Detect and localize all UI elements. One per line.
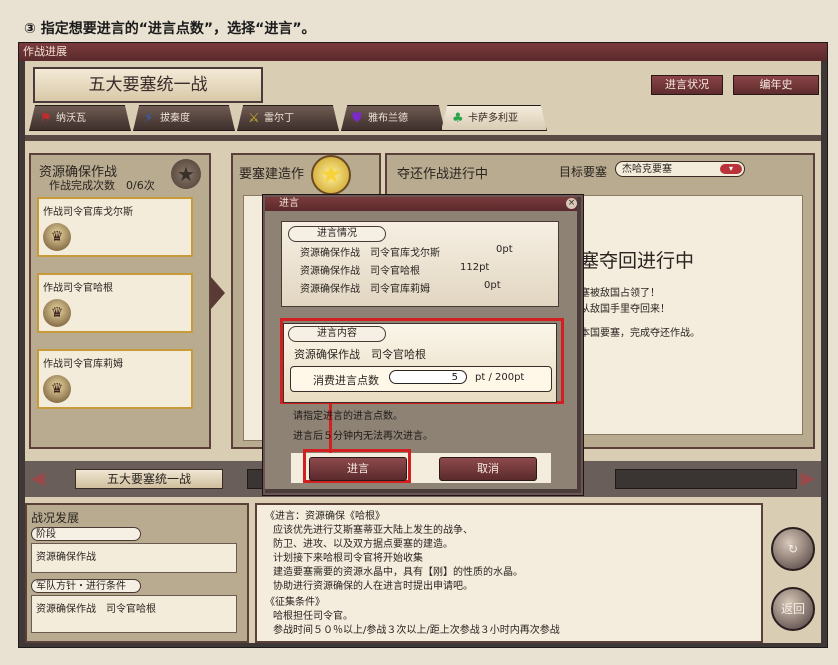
progress-title: 战况发展 [31,511,80,525]
situation-row-points: 112pt [460,262,490,273]
points-unit: pt / 200pt [475,372,525,383]
detail-line: 哈根担任司令官。 [273,611,353,622]
banner-icon: ⚑ [40,111,52,126]
situation-row-name: 资源确保作战 司令官哈根 [300,266,420,277]
detail-line: 计划接下来哈根司令官将开始收集 [273,553,423,564]
detail-line: 《进言：资源确保《哈根》 [265,511,385,522]
tab-label: 雅布兰德 [368,113,408,124]
nav-left-arrow-icon[interactable]: ◀ [31,461,45,497]
content-label: 进言内容 [288,326,386,342]
sword-icon: ⚔ [248,111,260,126]
commander-emblem-icon: ♛ [43,299,71,327]
tab-underline [25,135,821,141]
tab-fortress-1[interactable]: ⚑ 纳沃瓦 [29,105,131,131]
dialog-title: 进言 [265,197,577,211]
detail-line: 《征集条件》 [265,597,325,608]
target-fortress-select[interactable]: 杰哈克要塞 ▾ [615,161,745,177]
dialog-body: 进言情况 资源确保作战 司令官库戈尔斯 0pt 资源确保作战 司令官哈根 112… [265,211,577,489]
window-title: 作战进展 [19,43,827,61]
commander-name: 作战司令官库戈尔斯 [43,207,133,218]
advice-dialog: 进言 × 进言情况 资源确保作战 司令官库戈尔斯 0pt 资源确保作战 司令官哈… [263,195,583,495]
commander-card-1[interactable]: 作战司令官库戈尔斯 ♛ [37,197,193,257]
policy-label: 军队方针・进行条件 [31,579,141,593]
progress-panel: 战况发展 阶段 资源确保作战 军队方针・进行条件 资源确保作战 司令官哈根 [25,503,249,643]
advice-status-button[interactable]: 进言状况 [651,75,723,95]
commander-card-2[interactable]: 作战司令官哈根 ♛ [37,273,193,333]
situation-row-name: 资源确保作战 司令官库戈尔斯 [300,248,440,259]
commander-name: 作战司令官库莉姆 [43,359,123,370]
hint-line-1: 请指定进言的进言点数。 [293,411,403,422]
stage-label: 阶段 [31,527,141,541]
page-title: 五大要塞统一战 [33,67,263,103]
recapture-line-3: 本国要塞，完成夺还作战。 [580,328,700,339]
target-fortress-label: 目标要塞 [559,165,608,179]
refresh-button[interactable]: ↻ [771,527,815,571]
construction-panel-title: 要塞建造作 [239,167,305,182]
advice-detail-panel: 《进言：资源确保《哈根》 应该优先进行艾斯塞蒂亚大陆上发生的战争、 防卫、进攻、… [255,503,763,643]
content-text: 资源确保作战 司令官哈根 [294,348,426,361]
target-fortress-value: 杰哈克要塞 [622,164,672,175]
commander-name: 作战司令官哈根 [43,283,113,294]
lightning-icon: ⚡ [144,111,154,126]
consume-label: 消费进言点数 [313,374,379,387]
tab-fortress-3[interactable]: ⚔ 雷尔丁 [237,105,339,131]
situation-row-points: 0pt [496,244,513,255]
tab-fortress-2[interactable]: ⚡ 拔秦度 [133,105,235,131]
tab-fortress-4[interactable]: ⛊ 雅布兰德 [341,105,445,131]
resource-panel: 资源确保作战 作战完成次数 0/6次 ★ 作战司令官库戈尔斯 ♛ 作战司令官哈根… [29,153,211,449]
panel-arrow-icon [211,277,225,309]
back-button[interactable]: 返回 [771,587,815,631]
dialog-buttons: 进言 取消 [291,449,551,483]
cancel-button[interactable]: 取消 [439,457,537,481]
situation-row-points: 0pt [484,280,501,291]
points-input[interactable]: 5 [389,370,467,384]
situation-label: 进言情况 [288,226,386,242]
advice-content-box: 进言内容 资源确保作战 司令官哈根 消费进言点数 5 pt / 200pt [283,323,557,403]
tab-label: 拔秦度 [160,113,190,124]
submit-advice-button[interactable]: 进言 [309,457,407,481]
instruction-caption: ③ 指定想要进言的“进言点数”，选择“进言”。 [24,21,316,37]
detail-line: 建造要塞需要的资源水晶中，具有【刚】的性质的水晶。 [273,567,523,578]
detail-line: 参战时间５０％以上/参战３次以上/距上次参战３小时内再次参战 [273,625,560,636]
tab-label: 纳沃瓦 [56,113,86,124]
detail-line: 应该优先进行艾斯塞蒂亚大陆上发生的战争、 [273,525,473,536]
commander-emblem-icon: ♛ [43,375,71,403]
recapture-banner: 塞夺回进行中 [580,250,695,272]
hint-line-2: 进言后５分钟内无法再次进言。 [293,431,433,442]
chronicle-button[interactable]: 编年史 [733,75,819,95]
commander-card-3[interactable]: 作战司令官库莉姆 ♛ [37,349,193,409]
fortress-tabs: ⚑ 纳沃瓦 ⚡ 拔秦度 ⚔ 雷尔丁 ⛊ 雅布兰德 ♣ 卡萨多利亚 [29,105,817,135]
star-gold-icon: ★ [311,155,351,195]
advice-situation-box: 进言情况 资源确保作战 司令官库戈尔斯 0pt 资源确保作战 司令官哈根 112… [281,221,559,307]
phase-slot [615,469,797,489]
detail-line: 协助进行资源确保的人在进言时提出申请吧。 [273,581,473,592]
recapture-line-2: 从敌国手里夺回来！ [580,304,670,315]
phase-label: 五大要塞统一战 [75,469,223,489]
chevron-down-icon: ▾ [720,164,742,174]
recapture-panel-title: 夺还作战进行中 [397,167,489,182]
recapture-line-1: 塞被敌国占领了！ [580,288,660,299]
completion-count: 作战完成次数 0/6次 [49,179,155,192]
tab-label: 卡萨多利亚 [468,113,518,124]
detail-line: 防卫、进攻、以及双方据点要塞的建造。 [273,539,453,550]
tab-label: 雷尔丁 [264,113,294,124]
nav-right-arrow-icon[interactable]: ▶ [801,461,815,497]
shield-icon: ⛊ [352,111,362,126]
situation-row-name: 资源确保作战 司令官库莉姆 [300,284,430,295]
star-empty-icon: ★ [171,159,201,189]
commander-emblem-icon: ♛ [43,223,71,251]
clover-icon: ♣ [452,111,464,126]
stage-value: 资源确保作战 [31,543,237,573]
close-icon[interactable]: × [566,198,577,209]
points-row: 消费进言点数 5 pt / 200pt [290,366,552,392]
tab-fortress-5[interactable]: ♣ 卡萨多利亚 [441,105,547,131]
policy-value: 资源确保作战 司令官哈根 [31,595,237,633]
